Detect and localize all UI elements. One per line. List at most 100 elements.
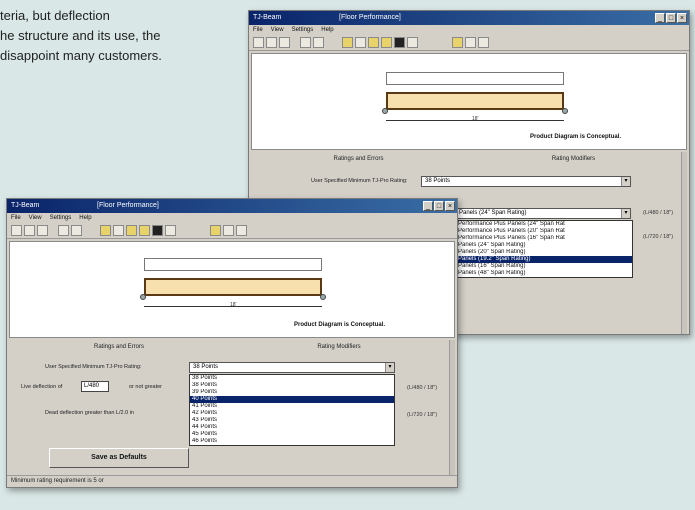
back-title-bar[interactable]: TJ-Beam [Floor Performance] _ □ × [249, 11, 689, 25]
floor-icon[interactable] [368, 37, 379, 48]
list-item[interactable]: Panels (24" Span Rating) [456, 242, 632, 249]
list-item[interactable]: 46 Points [190, 438, 394, 445]
tab-bar: Ratings and Errors Rating Modifiers [251, 156, 681, 162]
menu-help[interactable]: Help [321, 25, 333, 35]
rating-select[interactable]: 38 Points ▾ [189, 362, 395, 373]
info-icon[interactable] [313, 37, 324, 48]
help-icon[interactable] [236, 225, 247, 236]
report-icon[interactable] [452, 37, 463, 48]
tab-ratings-and-errors[interactable]: Ratings and Errors [9, 344, 229, 350]
product-dropdown-list[interactable]: Performance Plus Panels (24" Span Rat Pe… [455, 220, 633, 278]
toolbar [249, 35, 689, 51]
new-icon[interactable] [253, 37, 264, 48]
save-defaults-button[interactable]: Save as Defaults [49, 448, 189, 468]
open-icon[interactable] [24, 225, 35, 236]
list-item-selected[interactable]: 40 Points [190, 396, 394, 403]
menu-view[interactable]: View [29, 213, 42, 223]
product-diagram: 18' Product Diagram is Conceptual. [9, 241, 455, 338]
save-icon[interactable] [279, 37, 290, 48]
chevron-down-icon[interactable]: ▾ [621, 209, 630, 218]
report-icon[interactable] [210, 225, 221, 236]
list-item[interactable]: 43 Points [190, 417, 394, 424]
list-item[interactable]: 45 Points [190, 431, 394, 438]
print-icon[interactable] [58, 225, 69, 236]
header-icon[interactable] [139, 225, 150, 236]
list-item[interactable]: 39 Points [190, 389, 394, 396]
menu-file[interactable]: File [253, 25, 263, 35]
menu-bar: File View Settings Help [249, 25, 689, 35]
print-icon[interactable] [300, 37, 311, 48]
list-item[interactable]: 38 Points [190, 382, 394, 389]
list-item[interactable]: Panels (20" Span Rating) [456, 249, 632, 256]
list-item[interactable]: 41 Points [190, 403, 394, 410]
scrollbar[interactable] [449, 340, 455, 475]
save-icon[interactable] [37, 225, 48, 236]
column-icon[interactable] [152, 225, 163, 236]
product-select[interactable]: Panels (24" Span Rating) ▾ [455, 208, 631, 219]
floor-sheathing [386, 72, 564, 85]
maximize-icon[interactable]: □ [666, 13, 676, 23]
joist-icon[interactable] [355, 37, 366, 48]
tab-rating-modifiers[interactable]: Rating Modifiers [229, 344, 449, 350]
list-item[interactable]: Panels (16" Span Rating) [456, 263, 632, 270]
header-icon[interactable] [381, 37, 392, 48]
list-item-selected[interactable]: Panels (19.2" Span Rating) [456, 256, 632, 263]
menu-view[interactable]: View [271, 25, 284, 35]
list-item[interactable]: Performance Plus Panels (16" Span Rat [456, 235, 632, 242]
front-title-bar[interactable]: TJ-Beam [Floor Performance] _ □ × [7, 199, 457, 213]
minimize-icon[interactable]: _ [423, 201, 433, 211]
rating-select-value: 38 Points [193, 364, 219, 370]
left-support [382, 108, 388, 114]
tab-ratings-and-errors[interactable]: Ratings and Errors [251, 156, 466, 162]
product-select-value: Panels (24" Span Rating) [459, 210, 527, 216]
close-icon[interactable]: × [445, 201, 455, 211]
chevron-down-icon[interactable]: ▾ [385, 363, 394, 372]
rating-dropdown-list[interactable]: 38 Points 38 Points 39 Points 40 Points … [189, 374, 395, 446]
info-icon[interactable] [71, 225, 82, 236]
deflection-label: Live deflection of [21, 384, 63, 390]
settings-icon[interactable] [465, 37, 476, 48]
close-icon[interactable]: × [677, 13, 687, 23]
help-icon[interactable] [478, 37, 489, 48]
settings-icon[interactable] [223, 225, 234, 236]
product-diagram: 18' Product Diagram is Conceptual. [251, 53, 687, 150]
list-item[interactable]: Performance Plus Panels (24" Span Rat [456, 221, 632, 228]
status-bar: Minimum rating requirement is 5 or [7, 475, 457, 487]
deflection-input[interactable]: L/480 [81, 381, 109, 392]
minimize-icon[interactable]: _ [655, 13, 665, 23]
list-item[interactable]: Panels (48" Span Rating) [456, 270, 632, 277]
beam-member [386, 92, 564, 110]
wall-icon[interactable] [165, 225, 176, 236]
list-item[interactable]: 42 Points [190, 410, 394, 417]
chevron-down-icon[interactable]: ▾ [621, 177, 630, 186]
beam-icon[interactable] [100, 225, 111, 236]
menu-help[interactable]: Help [79, 213, 91, 223]
beam-icon[interactable] [342, 37, 353, 48]
menu-file[interactable]: File [11, 213, 21, 223]
span-label: 18' [472, 116, 479, 122]
deflection-suffix: or not greater [129, 384, 163, 390]
tab-bar: Ratings and Errors Rating Modifiers [9, 344, 449, 350]
list-item[interactable]: 38 Points [190, 375, 394, 382]
menu-settings[interactable]: Settings [50, 213, 72, 223]
toolbar [7, 223, 457, 239]
value-2: (L/720 / 18") [643, 234, 674, 240]
menu-settings[interactable]: Settings [292, 25, 314, 35]
diagram-caption: Product Diagram is Conceptual. [530, 134, 622, 140]
ratings-panel: Ratings and Errors Rating Modifiers User… [9, 340, 455, 475]
tab-rating-modifiers[interactable]: Rating Modifiers [466, 156, 681, 162]
column-icon[interactable] [394, 37, 405, 48]
value-2: (L/720 / 18") [407, 412, 438, 418]
beam-member [144, 278, 322, 296]
maximize-icon[interactable]: □ [434, 201, 444, 211]
floor-icon[interactable] [126, 225, 137, 236]
rating-select[interactable]: 38 Points ▾ [421, 176, 631, 187]
open-icon[interactable] [266, 37, 277, 48]
scrollbar[interactable] [681, 152, 687, 334]
wall-icon[interactable] [407, 37, 418, 48]
list-item[interactable]: Performance Plus Panels (20" Span Rat [456, 228, 632, 235]
new-icon[interactable] [11, 225, 22, 236]
joist-icon[interactable] [113, 225, 124, 236]
list-item[interactable]: 44 Points [190, 424, 394, 431]
diagram-caption: Product Diagram is Conceptual. [294, 322, 386, 328]
